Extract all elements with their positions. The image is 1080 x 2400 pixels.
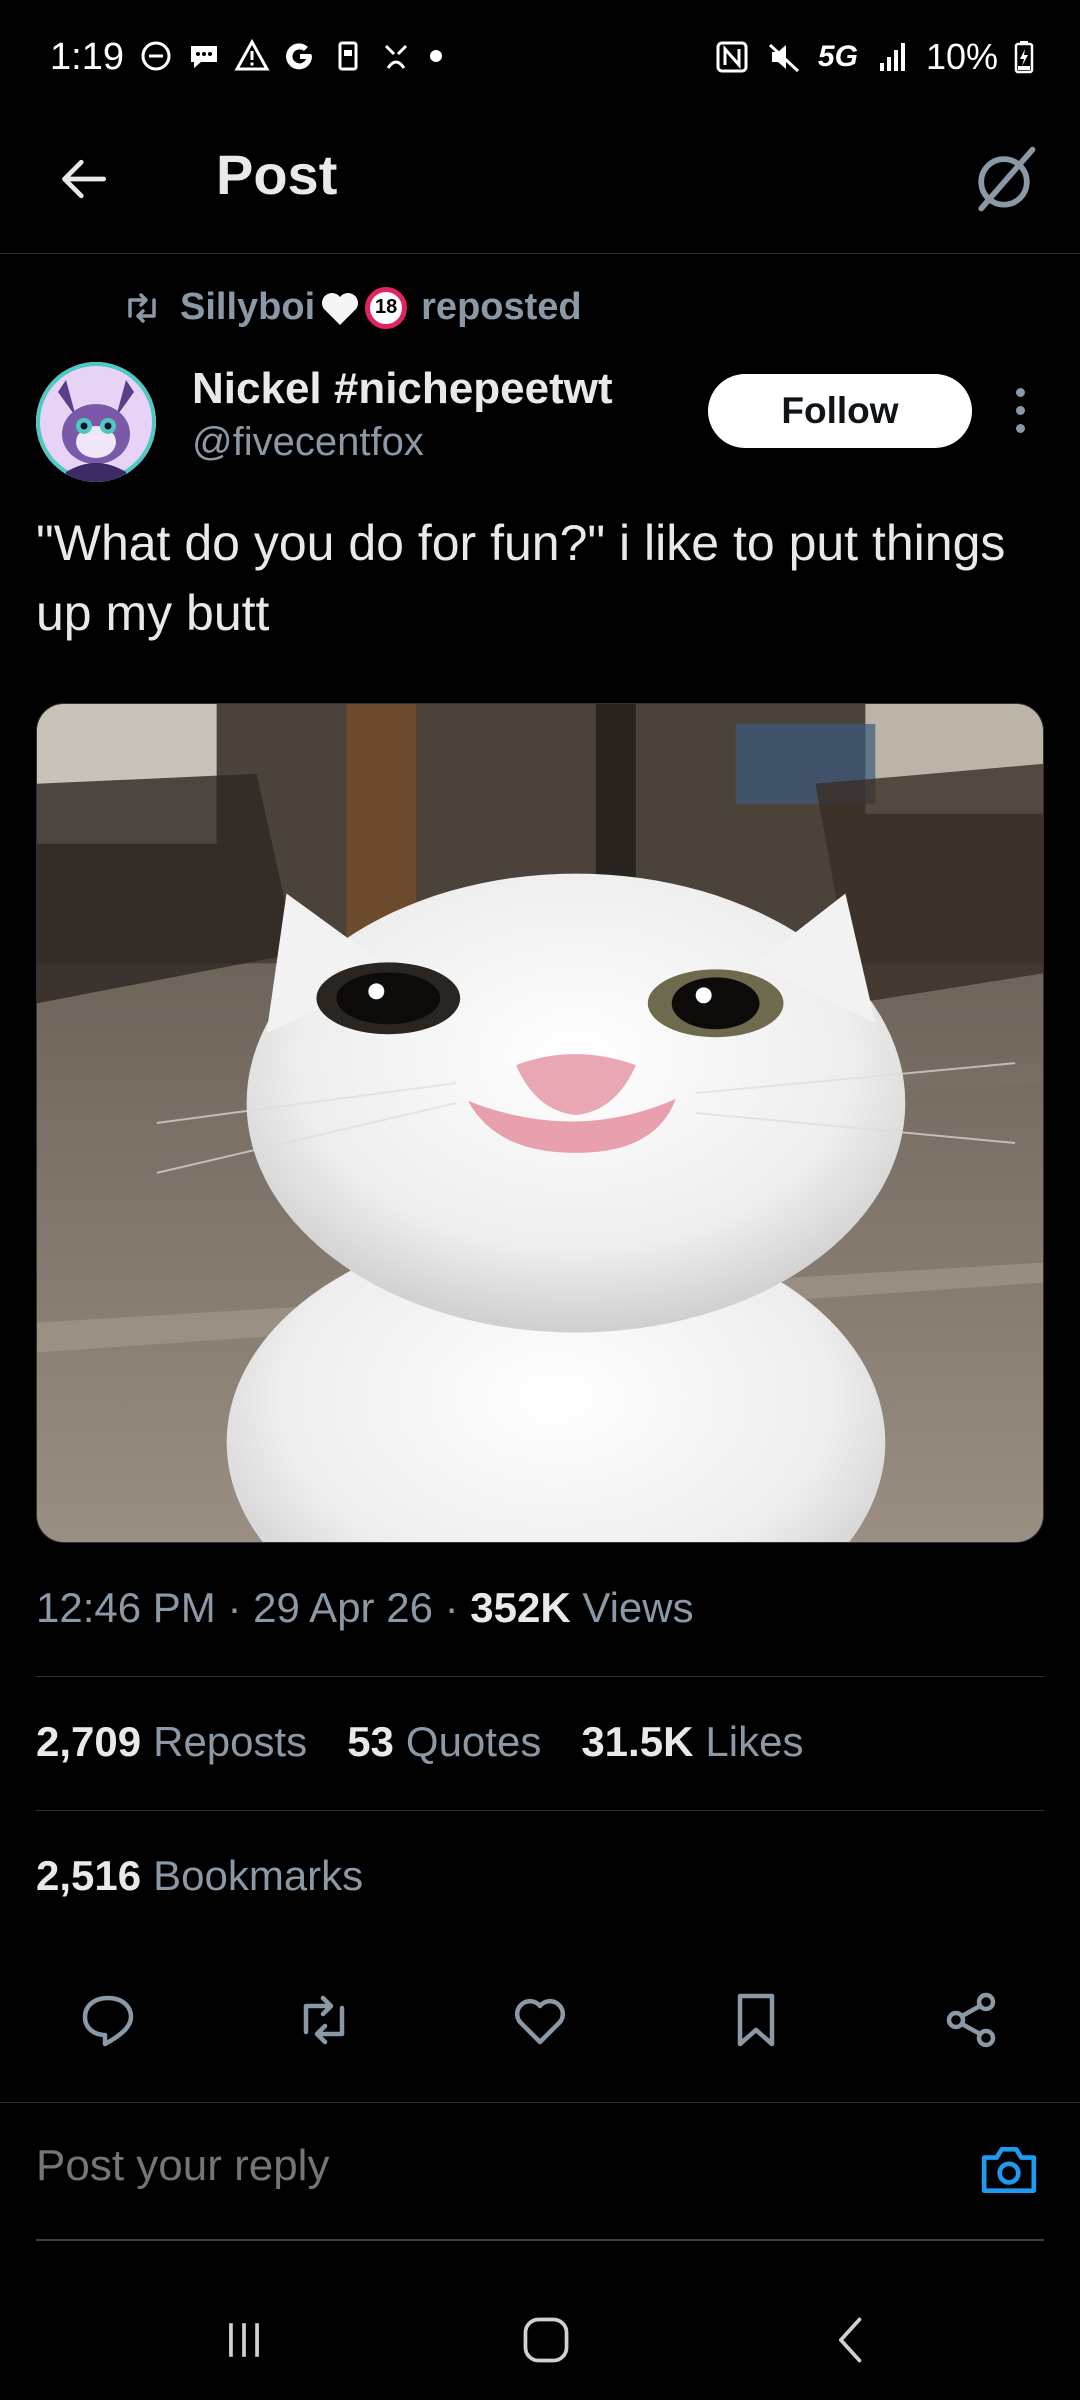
quotes-count: 53 xyxy=(347,1718,394,1765)
post-stats: 2,709 Reposts 53 Quotes 31.5K Likes xyxy=(36,1718,803,1766)
more-notifications-icon xyxy=(430,50,442,62)
chat-icon xyxy=(186,38,222,74)
share-icon xyxy=(946,1992,996,2048)
bookmark-button[interactable] xyxy=(716,1980,796,2060)
quotes-stat[interactable]: 53 Quotes xyxy=(347,1718,541,1766)
reply-icon xyxy=(82,1995,134,2047)
sim-icon xyxy=(330,38,366,74)
recent-apps-icon xyxy=(229,2323,259,2357)
back-button[interactable] xyxy=(50,144,120,214)
quotes-label: Quotes xyxy=(405,1718,542,1765)
views-count: 352K xyxy=(470,1584,571,1631)
post-media-image[interactable] xyxy=(36,703,1044,1543)
heart-icon xyxy=(514,1998,566,2045)
system-icons: 5G 10% xyxy=(714,36,1034,78)
reposts-stat[interactable]: 2,709 Reposts xyxy=(36,1718,307,1766)
avatar-image xyxy=(36,362,156,482)
home-button[interactable] xyxy=(506,2300,586,2380)
repost-button[interactable] xyxy=(284,1980,364,2060)
share-button[interactable] xyxy=(932,1980,1012,2060)
reposter-name: Sillyboi xyxy=(180,286,316,328)
more-dot-icon xyxy=(1015,423,1025,433)
top-header: Post xyxy=(0,120,1080,254)
repost-icon xyxy=(128,292,156,323)
more-dot-icon xyxy=(1015,405,1025,415)
app-notification-icon xyxy=(378,38,414,74)
repost-indicator[interactable]: Sillyboi 18 reposted xyxy=(122,286,582,329)
signal-icon xyxy=(874,39,910,75)
reply-input[interactable] xyxy=(36,2141,936,2191)
notification-icons xyxy=(138,38,442,74)
post-text: "What do you do for fun?" i like to put … xyxy=(36,515,1006,641)
follow-button[interactable]: Follow xyxy=(708,374,972,448)
google-icon xyxy=(282,38,318,74)
grok-button[interactable] xyxy=(964,140,1044,220)
divider xyxy=(36,1676,1044,1677)
more-dot-icon xyxy=(1015,387,1025,397)
post-date: 29 Apr 26 xyxy=(253,1584,433,1631)
mute-icon xyxy=(766,39,802,75)
network-type: 5G xyxy=(817,40,858,73)
adult-badge-text: 18 xyxy=(375,296,398,318)
camera-icon xyxy=(981,2147,1037,2193)
reply-underline xyxy=(36,2239,1044,2241)
bookmarks-label: Bookmarks xyxy=(153,1852,364,1899)
battery-percent: 10% xyxy=(925,36,998,77)
post-time: 12:46 PM xyxy=(36,1584,216,1631)
likes-count: 31.5K xyxy=(581,1718,694,1765)
back-chevron-icon xyxy=(838,2317,862,2363)
like-button[interactable] xyxy=(500,1980,580,2060)
status-time: 1:19 xyxy=(50,36,124,78)
system-navigation-bar xyxy=(0,2260,1080,2400)
reply-button[interactable] xyxy=(68,1980,148,2060)
bookmarks-count: 2,516 xyxy=(36,1852,142,1899)
likes-stat[interactable]: 31.5K Likes xyxy=(581,1718,803,1766)
back-arrow-icon xyxy=(62,159,106,199)
battery-charging-icon xyxy=(1014,39,1034,75)
bookmark-icon xyxy=(737,1993,775,2047)
home-icon xyxy=(523,2317,569,2363)
dnd-icon xyxy=(138,38,174,74)
likes-label: Likes xyxy=(705,1718,804,1765)
author-handle[interactable]: @fivecentfox xyxy=(192,420,424,465)
cat-photo xyxy=(37,704,1043,1542)
avatar[interactable] xyxy=(36,362,156,482)
adult-content-icon: 18 xyxy=(365,286,408,329)
reposts-count: 2,709 xyxy=(36,1718,142,1765)
post-meta: 12:46 PM · 29 Apr 26 · 352K Views xyxy=(36,1584,694,1631)
recent-apps-button[interactable] xyxy=(204,2300,284,2380)
author-name[interactable]: Nickel #nichepeetwt xyxy=(192,364,613,414)
warning-icon xyxy=(234,38,270,74)
reply-composer xyxy=(0,2102,1080,2241)
back-nav-button[interactable] xyxy=(812,2300,892,2380)
nfc-icon xyxy=(714,39,750,75)
views-label: Views xyxy=(582,1584,694,1631)
reposts-label: Reposts xyxy=(153,1718,308,1765)
more-options-button[interactable] xyxy=(1002,380,1038,440)
repost-text: Sillyboi 18 reposted xyxy=(180,286,582,329)
repost-icon xyxy=(303,1995,345,2045)
status-bar: 1:19 5G 10% xyxy=(0,0,1080,120)
action-bar xyxy=(0,1970,1080,2070)
page-title: Post xyxy=(216,143,338,206)
bookmarks-stat[interactable]: 2,516 Bookmarks xyxy=(36,1852,363,1900)
grok-icon xyxy=(978,146,1036,212)
divider xyxy=(36,1810,1044,1811)
repost-label: reposted xyxy=(421,286,582,328)
white-heart-icon xyxy=(322,292,359,325)
camera-button[interactable] xyxy=(974,2135,1044,2205)
